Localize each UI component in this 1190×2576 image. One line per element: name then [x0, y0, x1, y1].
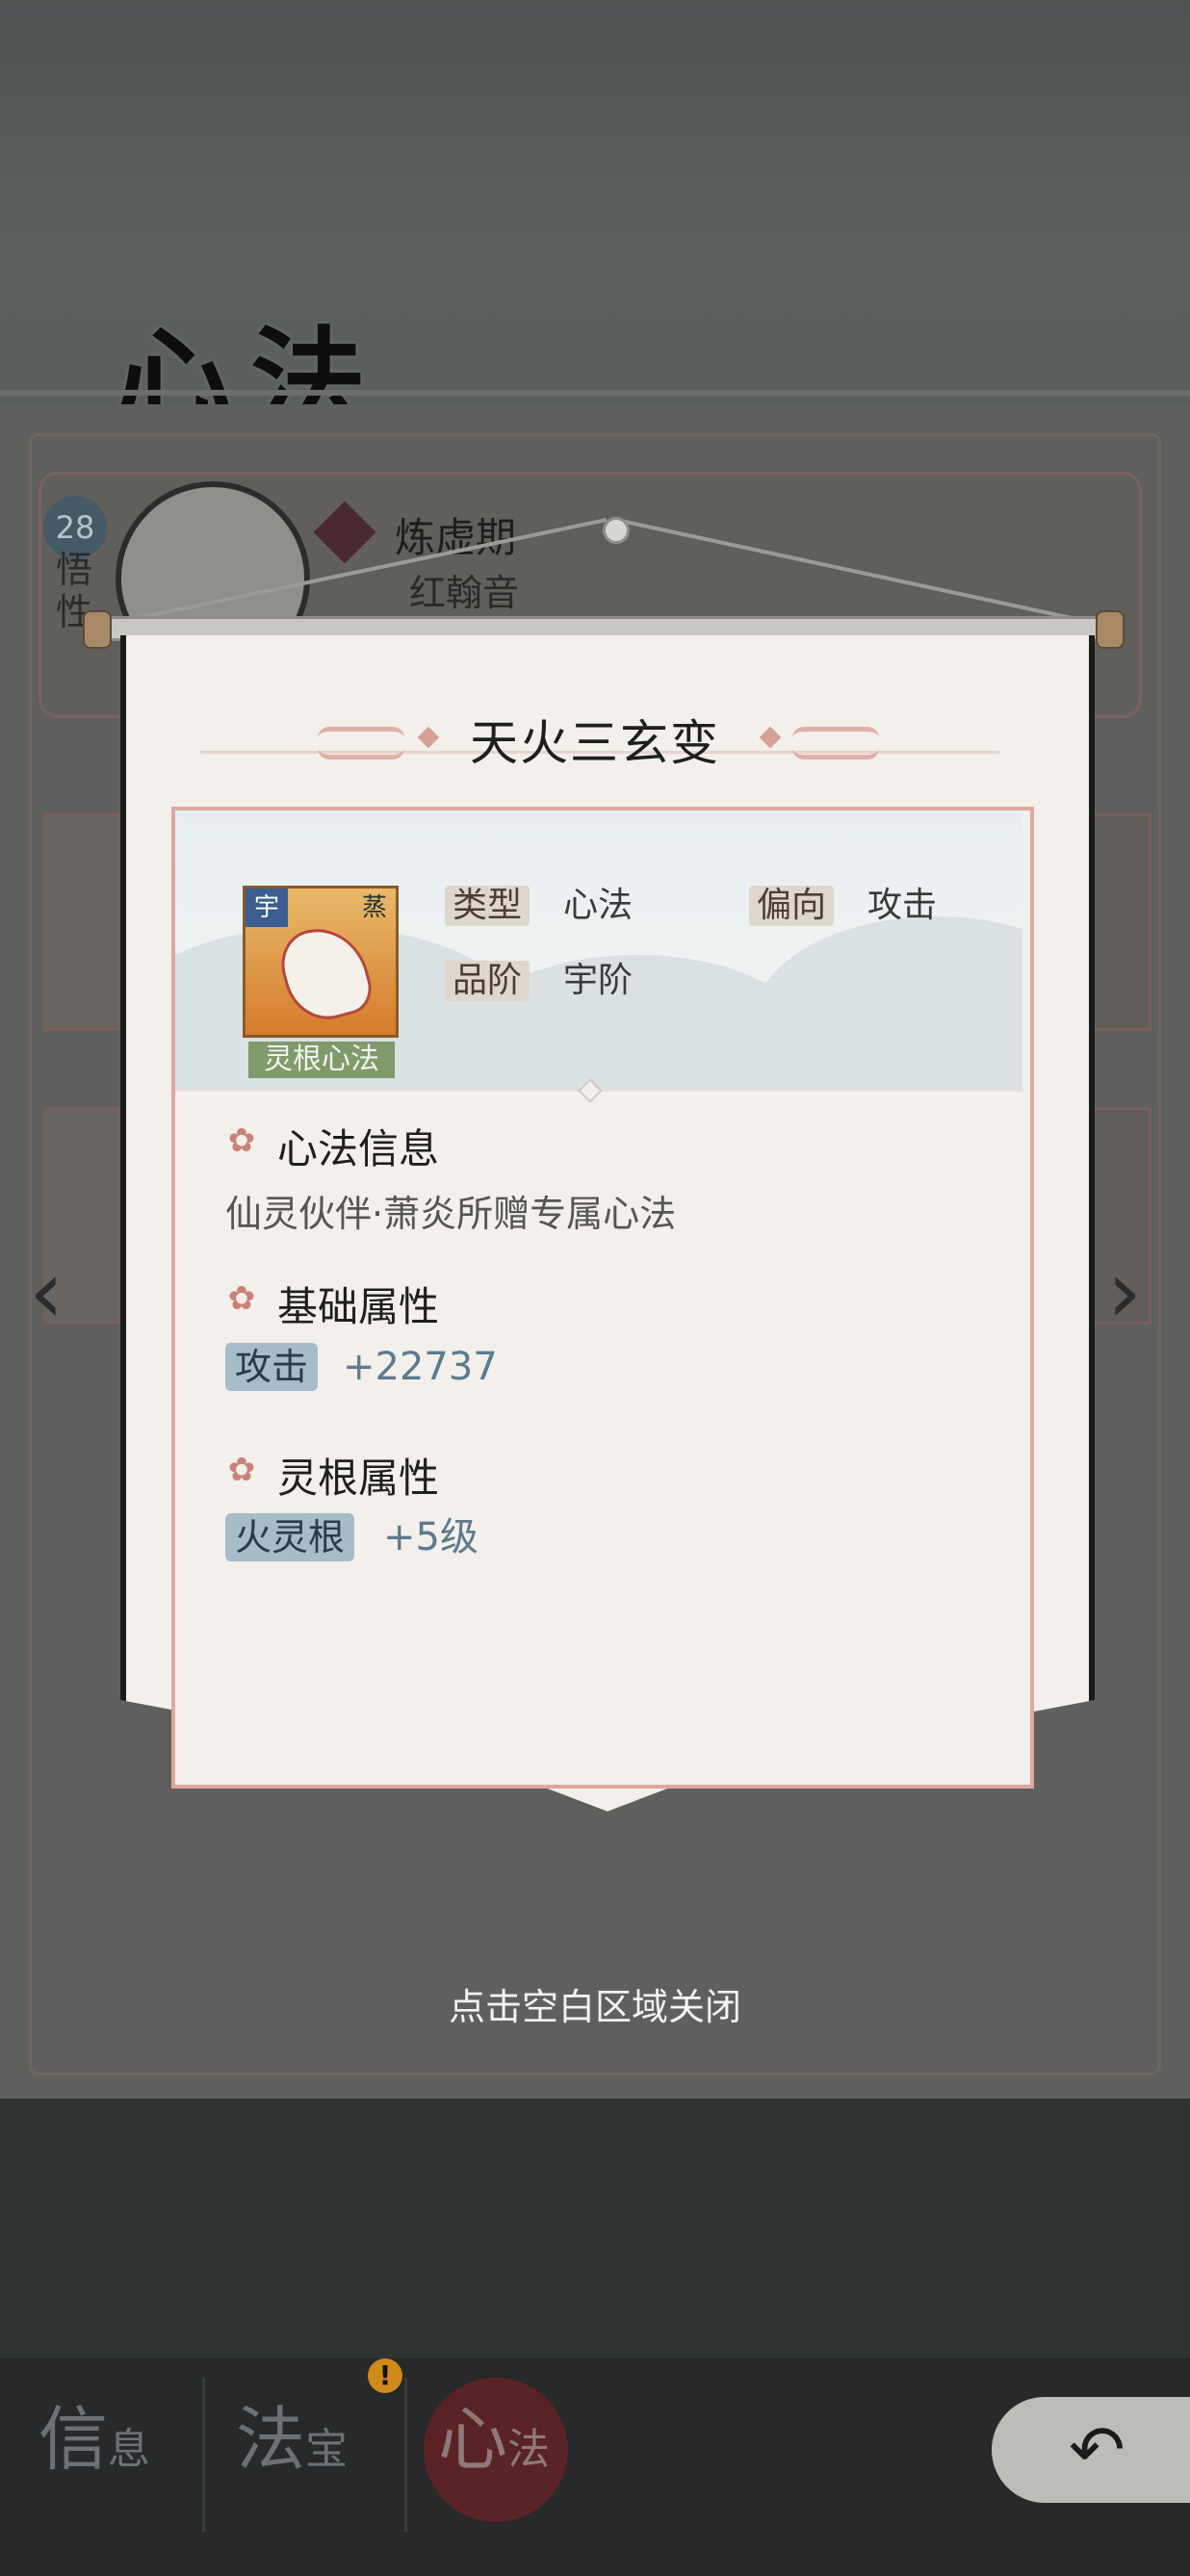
title-ornament: [318, 727, 404, 760]
tab-info[interactable]: 信息: [39, 2383, 150, 2527]
technique-icon[interactable]: 宇 蒸: [243, 886, 399, 1038]
banner-mountain: [753, 916, 1022, 1090]
attr-bias-label: 偏向: [749, 886, 835, 926]
technique-art-icon: [273, 917, 377, 1029]
tab-technique-small: 法: [507, 2425, 551, 2474]
tab-treasure-small: 宝: [305, 2425, 349, 2474]
flower-icon: ✿: [227, 1279, 256, 1318]
bottom-area: [0, 2099, 1190, 2358]
prev-arrow-icon[interactable]: ‹: [29, 1242, 64, 1343]
scroll-rod-end: [83, 610, 112, 649]
stat-attack-label: 攻击: [225, 1343, 319, 1391]
hanging-nail: [603, 517, 630, 544]
tab-divider: [404, 2378, 407, 2532]
close-hint[interactable]: 点击空白区域关闭: [0, 1977, 1190, 2030]
tab-info-big: 信: [39, 2399, 109, 2480]
back-arrow-icon: ↶: [1069, 2410, 1125, 2489]
back-button[interactable]: ↶: [992, 2397, 1190, 2503]
tab-divider: [202, 2378, 205, 2532]
attr-type-label: 类型: [445, 886, 530, 926]
tab-treasure[interactable]: 法宝: [236, 2383, 348, 2527]
tab-technique[interactable]: 心法: [438, 2383, 550, 2527]
element-mark: 蒸: [361, 893, 387, 922]
grade-mark: 宇: [246, 889, 288, 927]
stat-root-label: 火灵根: [225, 1513, 355, 1561]
attr-bias-value: 攻击: [867, 886, 938, 925]
attr-grade-value: 宇阶: [563, 961, 634, 1000]
notification-badge: !: [368, 2358, 402, 2393]
technique-category-tag: 灵根心法: [248, 1042, 395, 1078]
stat-root-value: +5级: [383, 1515, 479, 1559]
title-ornament: [792, 727, 879, 760]
flower-icon: ✿: [227, 1451, 256, 1489]
hanging-strings: [100, 518, 1108, 628]
tab-info-small: 息: [108, 2425, 151, 2474]
technique-title: 天火三玄变: [470, 715, 720, 771]
attr-grade-label: 品阶: [445, 961, 530, 1001]
stat-attack-value: +22737: [343, 1345, 498, 1389]
next-arrow-icon[interactable]: ›: [1107, 1242, 1142, 1343]
section-root-title: 灵根属性: [277, 1455, 440, 1502]
tab-treasure-big: 法: [236, 2399, 306, 2480]
scroll-rod-end: [1096, 610, 1125, 649]
section-info-title: 心法信息: [277, 1125, 440, 1172]
section-info-desc: 仙灵伙伴·萧炎所赠专属心法: [225, 1193, 677, 1235]
flower-icon: ✿: [227, 1121, 256, 1160]
attr-type-value: 心法: [563, 886, 634, 925]
section-base-title: 基础属性: [277, 1283, 440, 1330]
tab-technique-big: 心: [438, 2399, 508, 2480]
